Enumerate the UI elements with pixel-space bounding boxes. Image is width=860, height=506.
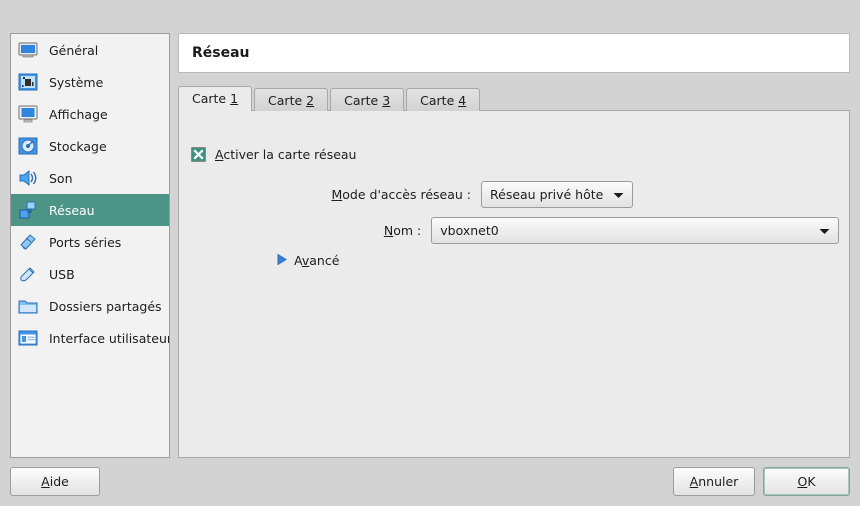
enable-adapter-text: ctiver la carte réseau <box>223 147 357 162</box>
enable-adapter-label: Activer la carte réseau <box>215 147 356 162</box>
serial-port-icon <box>17 231 39 253</box>
help-button[interactable]: Aide <box>10 467 100 496</box>
tab-label-prefix: Carte <box>344 93 383 108</box>
folder-icon <box>17 295 39 317</box>
attached-to-mnemonic: M <box>331 187 343 202</box>
sidebar-item-network[interactable]: Réseau <box>11 194 169 226</box>
settings-category-list[interactable]: Général Système Affichage Stockage Son R… <box>10 33 170 458</box>
monitor-icon <box>17 39 39 61</box>
dialog-footer: Aide Annuler OK <box>0 462 860 506</box>
network-icon <box>17 199 39 221</box>
tab-strip: Carte 1 Carte 2 Carte 3 Carte 4 <box>178 86 482 111</box>
adapter-tab-widget: Carte 1 Carte 2 Carte 3 Carte 4 Activer … <box>178 86 850 458</box>
tab-adapter-2[interactable]: Carte 2 <box>254 88 329 111</box>
attached-to-row: Mode d'accès réseau : Réseau privé hôte <box>191 181 839 208</box>
display-icon <box>17 103 39 125</box>
page-title-bar: Réseau <box>178 33 850 73</box>
sidebar-item-label: Interface utilisateur <box>49 330 170 346</box>
advanced-label: Avancé <box>294 253 339 268</box>
tab-label-mnemonic: 1 <box>230 91 239 106</box>
enable-adapter-checkbox[interactable] <box>191 147 206 162</box>
sidebar-item-shared-folders[interactable]: Dossiers partagés <box>11 290 169 322</box>
chevron-down-icon <box>819 223 830 238</box>
sidebar-item-label: Général <box>49 42 99 58</box>
help-mnemonic: A <box>41 474 50 489</box>
ok-button[interactable]: OK <box>763 467 850 496</box>
motherboard-icon <box>17 71 39 93</box>
cancel-label: nnuler <box>698 474 739 489</box>
help-label: ide <box>49 474 69 489</box>
adapter-name-mnemonic: N <box>383 223 394 238</box>
attached-to-label: Mode d'accès réseau : <box>191 187 481 202</box>
sidebar-item-label: Stockage <box>49 138 107 154</box>
tab-label-mnemonic: 3 <box>382 93 391 108</box>
sidebar-item-general[interactable]: Général <box>11 34 169 66</box>
cancel-mnemonic: A <box>689 474 699 489</box>
sidebar-item-label: Dossiers partagés <box>49 298 162 314</box>
adapter-1-panel: Activer la carte réseau Mode d'accès rés… <box>178 110 850 458</box>
checkmark-icon <box>193 149 204 160</box>
tab-adapter-3[interactable]: Carte 3 <box>330 88 405 111</box>
usb-icon <box>17 263 39 285</box>
sidebar-item-storage[interactable]: Stockage <box>11 130 169 162</box>
enable-adapter-row[interactable]: Activer la carte réseau <box>191 147 356 162</box>
page-title: Réseau <box>192 45 250 61</box>
tab-label-mnemonic: 2 <box>306 93 315 108</box>
dialog-body: Général Système Affichage Stockage Son R… <box>0 0 860 462</box>
cancel-button[interactable]: Annuler <box>673 467 755 496</box>
sidebar-item-label: Réseau <box>49 202 95 218</box>
adapter-name-label-text: om : <box>393 223 422 238</box>
advanced-label-before: A <box>294 253 302 268</box>
tab-adapter-1[interactable]: Carte 1 <box>178 86 253 111</box>
sidebar-item-label: Affichage <box>49 106 108 122</box>
sidebar-item-audio[interactable]: Son <box>11 162 169 194</box>
tab-label-prefix: Carte <box>268 93 307 108</box>
adapter-name-combobox[interactable]: vboxnet0 <box>431 217 839 244</box>
sidebar-item-display[interactable]: Affichage <box>11 98 169 130</box>
speaker-icon <box>17 167 39 189</box>
settings-dialog: Général Système Affichage Stockage Son R… <box>0 0 860 506</box>
tab-label-mnemonic: 4 <box>458 93 467 108</box>
adapter-name-value: vboxnet0 <box>440 223 499 238</box>
sidebar-item-label: Ports séries <box>49 234 122 250</box>
advanced-label-after: ancé <box>309 253 340 268</box>
sidebar-item-serial-ports[interactable]: Ports séries <box>11 226 169 258</box>
tab-label-prefix: Carte <box>420 93 459 108</box>
sidebar-item-label: USB <box>49 266 75 282</box>
ok-mnemonic: O <box>797 474 808 489</box>
sidebar-item-usb[interactable]: USB <box>11 258 169 290</box>
tab-adapter-4[interactable]: Carte 4 <box>406 88 481 111</box>
adapter-name-row: Nom : vboxnet0 <box>191 217 839 244</box>
attached-to-label-text: ode d'accès réseau : <box>342 187 471 202</box>
adapter-name-label: Nom : <box>191 223 431 238</box>
ok-label: K <box>807 474 816 489</box>
tab-label-prefix: Carte <box>192 91 231 106</box>
attached-to-value: Réseau privé hôte <box>490 187 604 202</box>
disk-icon <box>17 135 39 157</box>
user-interface-icon <box>17 327 39 349</box>
sidebar-item-label: Système <box>49 74 104 90</box>
attached-to-combobox[interactable]: Réseau privé hôte <box>481 181 634 208</box>
advanced-expander[interactable]: Avancé <box>277 253 339 268</box>
sidebar-item-label: Son <box>49 170 73 186</box>
chevron-right-icon <box>277 253 287 268</box>
sidebar-item-user-interface[interactable]: Interface utilisateur <box>11 322 169 354</box>
sidebar-item-system[interactable]: Système <box>11 66 169 98</box>
chevron-down-icon <box>613 187 624 202</box>
